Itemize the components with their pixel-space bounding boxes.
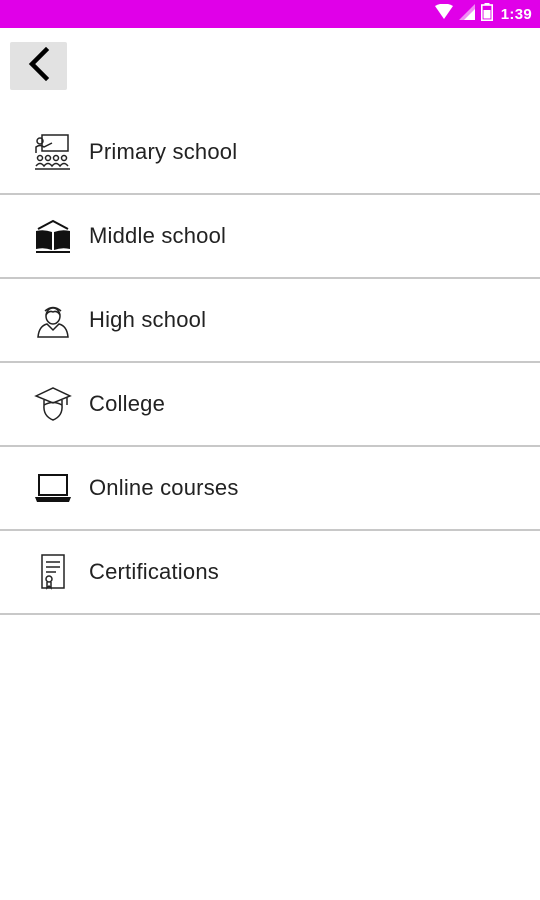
list-item-certifications[interactable]: Certifications (0, 531, 540, 615)
student-icon (33, 300, 73, 340)
list-item-label: Certifications (89, 559, 219, 584)
list-item-label: Middle school (89, 223, 227, 248)
certificate-icon (33, 552, 73, 592)
graduate-icon (33, 384, 73, 424)
classroom-icon (33, 132, 73, 172)
battery-icon (480, 2, 493, 26)
signal-icon (458, 3, 475, 25)
education-level-list: Primary school Middle school High school (0, 111, 540, 615)
chevron-left-icon (27, 46, 51, 86)
list-item-middle-school[interactable]: Middle school (0, 195, 540, 279)
list-item-online-courses[interactable]: Online courses (0, 447, 540, 531)
list-item-college[interactable]: College (0, 363, 540, 447)
status-time: 1:39 (500, 5, 532, 23)
status-icons: 1:39 (434, 0, 532, 28)
list-item-label: Primary school (89, 139, 238, 164)
wifi-icon (434, 3, 453, 25)
list-item-label: College (89, 391, 166, 416)
status-bar: 1:39 (0, 0, 540, 28)
laptop-icon (33, 468, 73, 508)
back-button[interactable] (10, 42, 67, 90)
list-item-high-school[interactable]: High school (0, 279, 540, 363)
open-book-icon (33, 216, 73, 256)
list-item-primary-school[interactable]: Primary school (0, 111, 540, 195)
list-item-label: High school (89, 307, 207, 332)
list-item-label: Online courses (89, 475, 239, 500)
